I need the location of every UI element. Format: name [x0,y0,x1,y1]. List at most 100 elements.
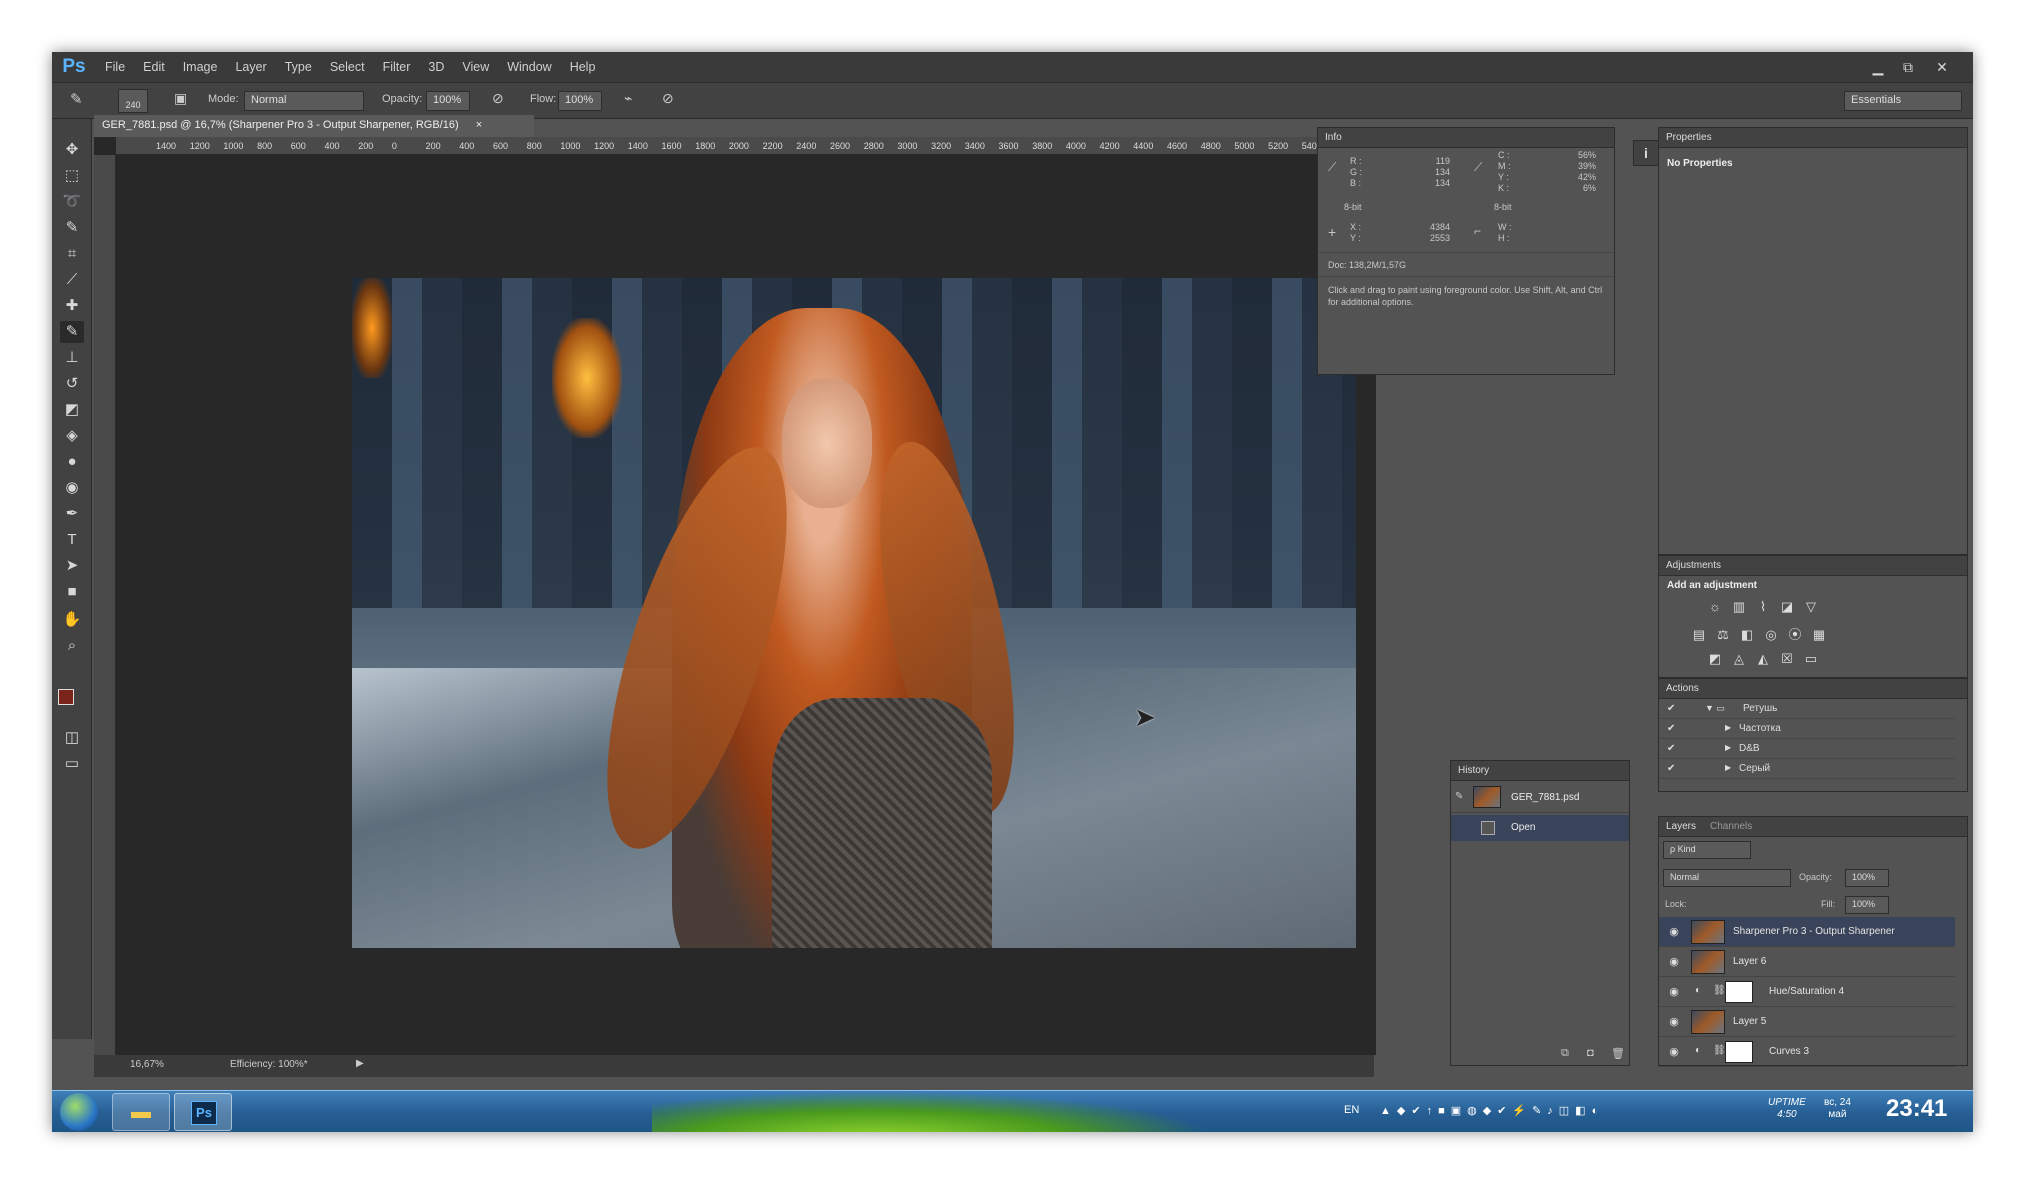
explorer-folder-icon[interactable]: ▬ [112,1093,170,1131]
taskbar-photoshop-button[interactable]: Ps [174,1093,232,1131]
curves-icon[interactable]: ⌇ [1755,599,1771,614]
hue-saturation-icon[interactable]: ▤ [1691,627,1707,642]
history-state-open[interactable]: Open [1451,815,1629,841]
visibility-eye-icon[interactable]: ◉ [1667,1015,1681,1029]
healing-tool-icon[interactable]: ✚ [60,295,84,317]
brightness-icon[interactable]: ☼ [1707,599,1723,614]
exposure-icon[interactable]: ◪ [1779,599,1795,614]
menu-window[interactable]: Window [498,60,560,74]
shape-tool-icon[interactable]: ■ [60,581,84,603]
tray-icons[interactable]: ▲◆✔↑■▣◍◆✔⚡✎♪◫◧◐ [1380,1104,1604,1117]
link-icon[interactable]: ⛓ [1713,1045,1726,1056]
layer-row[interactable]: ◉ Sharpener Pro 3 - Output Sharpener [1659,917,1955,947]
status-arrow-icon[interactable]: ▶ [356,1058,364,1069]
action-item[interactable]: ✔ ▶ D&B [1659,739,1955,759]
color-lookup-icon[interactable]: ▦ [1811,627,1827,642]
flow-input[interactable]: 100% [558,91,602,111]
history-brush-icon[interactable]: ↺ [60,373,84,395]
check-icon[interactable]: ✔ [1667,743,1675,754]
minimize-button[interactable]: ▁ [1866,56,1890,78]
pressure-size-icon[interactable]: ⊘ [662,90,674,107]
dodge-tool-icon[interactable]: ◉ [60,477,84,499]
brush-tool-icon[interactable]: ✎ [70,90,83,108]
clock[interactable]: 23:41 [1886,1095,1947,1123]
color-balance-icon[interactable]: ⚖ [1715,627,1731,642]
check-icon[interactable]: ✔ [1667,723,1675,734]
layer-opacity-input[interactable]: 100% [1845,869,1889,887]
levels-icon[interactable]: ▥ [1731,599,1747,614]
gradient-tool-icon[interactable]: ◈ [60,425,84,447]
layer-kind-filter[interactable]: ρ Kind [1663,841,1751,859]
zoom-tool-icon[interactable]: ⌕ [60,635,84,657]
tab-channels[interactable]: Channels [1710,821,1752,832]
expand-icon[interactable]: ▶ [1725,743,1731,752]
lasso-tool-icon[interactable]: ➰ [60,191,84,213]
path-select-icon[interactable]: ➤ [60,555,84,577]
opacity-input[interactable]: 100% [426,91,470,111]
fill-input[interactable]: 100% [1845,896,1889,914]
check-icon[interactable]: ✔ [1667,763,1675,774]
new-document-icon[interactable]: ⧉ [1561,1047,1569,1060]
posterize-icon[interactable]: ◬ [1731,651,1747,666]
language-indicator[interactable]: EN [1344,1104,1359,1116]
black-white-icon[interactable]: ◧ [1739,627,1755,642]
channel-mixer-icon[interactable]: ⦿ [1787,624,1803,642]
eraser-tool-icon[interactable]: ◩ [60,399,84,421]
menu-filter[interactable]: Filter [374,60,420,74]
eyedropper-tool-icon[interactable]: ⟋ [60,269,84,291]
action-item[interactable]: ✔ ▶ Серый [1659,759,1955,779]
photo-filter-icon[interactable]: ◎ [1763,627,1779,642]
expand-icon[interactable]: ▶ [1725,723,1731,732]
brush-panel-icon[interactable]: ▣ [174,90,187,107]
menu-edit[interactable]: Edit [134,60,174,74]
blend-mode-select[interactable]: Normal [1663,869,1791,887]
stamp-tool-icon[interactable]: ⊥ [60,347,84,369]
link-icon[interactable]: ⛓ [1713,985,1726,996]
crop-tool-icon[interactable]: ⌗ [60,243,84,265]
action-set-retouch[interactable]: ✔ ▼ ▭ Ретушь [1659,699,1955,719]
snapshot-camera-icon[interactable]: ◘ [1587,1047,1594,1059]
gradient-map-icon[interactable]: ☒ [1779,651,1795,666]
move-tool-icon[interactable]: ✥ [60,139,84,161]
type-tool-icon[interactable]: T [60,529,84,551]
brush-tool-icon[interactable]: ✎ [60,321,84,343]
menu-3d[interactable]: 3D [419,60,453,74]
history-snapshot[interactable]: ✎ GER_7881.psd [1451,783,1629,813]
menu-file[interactable]: File [96,60,134,74]
layer-row[interactable]: ◉ Layer 5 [1659,1007,1955,1037]
menu-layer[interactable]: Layer [226,60,275,74]
vibrance-icon[interactable]: ▽ [1803,599,1819,614]
layer-row[interactable]: ◉ ◐ ⛓ Curves 3 [1659,1037,1955,1067]
hand-tool-icon[interactable]: ✋ [60,609,84,631]
tab-layers[interactable]: Layers [1666,821,1696,832]
menu-image[interactable]: Image [174,60,227,74]
action-item[interactable]: ✔ ▶ Частотка [1659,719,1955,739]
quick-select-tool-icon[interactable]: ✎ [60,217,84,239]
invert-icon[interactable]: ◩ [1707,651,1723,666]
menu-type[interactable]: Type [276,60,321,74]
screen-mode-icon[interactable]: ▭ [60,753,84,775]
expand-icon[interactable]: ▶ [1725,763,1731,772]
close-button[interactable]: ✕ [1930,56,1954,78]
zoom-level[interactable]: 16,67% [130,1059,164,1070]
trash-icon[interactable]: 🗑 [1611,1047,1625,1060]
mode-select[interactable]: Normal [244,91,364,111]
restore-button[interactable]: ⧉ [1896,56,1920,78]
document-tab[interactable]: GER_7881.psd @ 16,7% (Sharpener Pro 3 - … [94,115,534,137]
layer-row[interactable]: ◉ ◐ ⛓ Hue/Saturation 4 [1659,977,1955,1007]
threshold-icon[interactable]: ◭ [1755,651,1771,666]
document-photo[interactable] [352,278,1356,948]
start-button[interactable] [60,1093,98,1131]
pen-tool-icon[interactable]: ✒ [60,503,84,525]
menu-select[interactable]: Select [321,60,374,74]
info-panel-icon[interactable]: i [1633,140,1659,166]
visibility-eye-icon[interactable]: ◉ [1667,985,1681,999]
marquee-tool-icon[interactable]: ⬚ [60,165,84,187]
layer-row[interactable]: ◉ Layer 6 [1659,947,1955,977]
airbrush-icon[interactable]: ⌁ [624,90,632,107]
menu-view[interactable]: View [453,60,498,74]
pressure-opacity-icon[interactable]: ⊘ [492,90,504,107]
menu-help[interactable]: Help [561,60,605,74]
quick-mask-icon[interactable]: ◫ [60,727,84,749]
foreground-color-swatch[interactable] [58,689,74,705]
